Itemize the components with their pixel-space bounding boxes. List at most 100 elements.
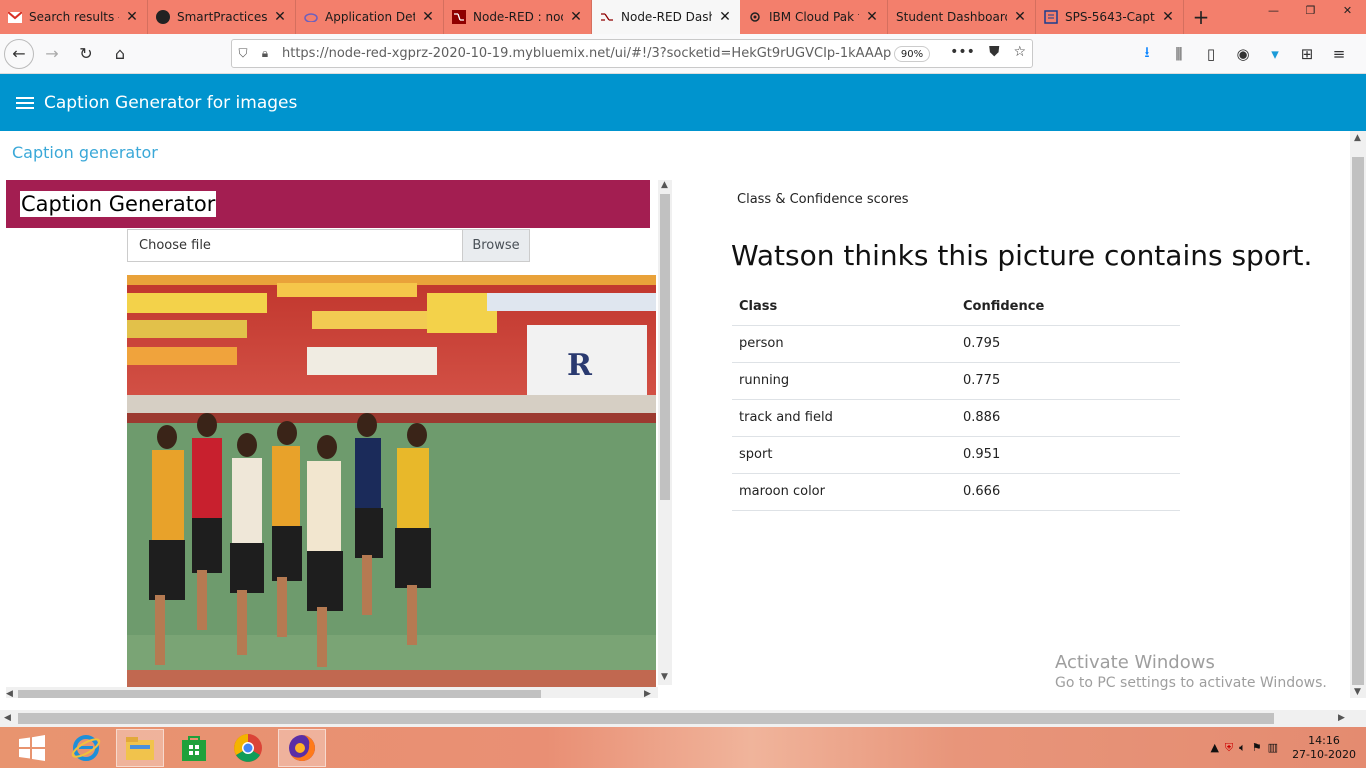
browser-tab[interactable]: Application Deta ✕ bbox=[296, 0, 444, 34]
app-title: Caption Generator for images bbox=[44, 92, 298, 113]
results-headline: Watson thinks this picture contains spor… bbox=[731, 239, 1313, 272]
confidence-cell: 0.775 bbox=[956, 362, 1180, 400]
page-link[interactable]: Caption generator bbox=[12, 143, 158, 162]
browser-tab[interactable]: IBM Cloud Pak f ✕ bbox=[740, 0, 888, 34]
browser-toolbar: ← → ↻ ⌂ ⛉ 🔒︎ https://node-red-xgprz-2020… bbox=[0, 34, 1366, 74]
browse-button[interactable]: Browse bbox=[462, 230, 529, 261]
scroll-up-icon[interactable]: ▲ bbox=[661, 180, 668, 190]
lock-icon[interactable]: 🔒︎ bbox=[254, 46, 276, 61]
scroll-left-icon[interactable]: ◀ bbox=[6, 689, 13, 698]
more-actions-icon[interactable]: ••• bbox=[950, 44, 975, 60]
browser-tab[interactable]: SPS-5643-Captio ✕ bbox=[1036, 0, 1184, 34]
scrollbar-thumb[interactable] bbox=[660, 194, 670, 500]
page-vertical-scrollbar[interactable]: ▲ ▼ bbox=[1350, 131, 1366, 698]
minimize-icon[interactable]: — bbox=[1255, 0, 1292, 20]
restore-icon[interactable]: ❐ bbox=[1292, 0, 1329, 20]
extension-icon[interactable]: ▾ bbox=[1262, 45, 1288, 63]
file-explorer-icon[interactable] bbox=[116, 728, 164, 767]
close-tab-icon[interactable]: ✕ bbox=[865, 9, 879, 25]
close-tab-icon[interactable]: ✕ bbox=[569, 9, 583, 25]
library-icon[interactable]: ⫼ bbox=[1166, 45, 1192, 63]
cloud-icon bbox=[304, 10, 318, 24]
scroll-right-icon[interactable]: ▶ bbox=[644, 689, 651, 698]
close-window-icon[interactable]: ✕ bbox=[1329, 0, 1366, 20]
page-horizontal-scrollbar[interactable]: ◀ ▶ bbox=[0, 710, 1366, 727]
close-tab-icon[interactable]: ✕ bbox=[421, 9, 435, 25]
class-cell: running bbox=[732, 362, 956, 400]
back-button[interactable]: ← bbox=[4, 38, 34, 69]
home-button[interactable]: ⌂ bbox=[104, 38, 136, 70]
nodered-icon bbox=[452, 10, 466, 24]
class-cell: sport bbox=[732, 436, 956, 474]
system-tray: ▲ ⛨ 🔈︎ ⚑ ▥ 14:16 27-10-2020 bbox=[1210, 727, 1356, 768]
clock[interactable]: 14:16 27-10-2020 bbox=[1292, 734, 1356, 762]
table-row: person 0.795 bbox=[732, 325, 1180, 363]
store-icon[interactable] bbox=[170, 729, 218, 767]
address-bar[interactable]: ⛉ 🔒︎ https://node-red-xgprz-2020-10-19.m… bbox=[231, 39, 1033, 68]
security-alert-icon[interactable]: ⛨ bbox=[1225, 741, 1233, 755]
browser-tab-active[interactable]: Node-RED Dashb ✕ bbox=[592, 0, 740, 34]
file-input-placeholder[interactable]: Choose file bbox=[128, 230, 462, 261]
menu-icon[interactable]: ≡ bbox=[1326, 45, 1352, 63]
file-input[interactable]: Choose file Browse bbox=[127, 229, 530, 262]
group-vertical-scrollbar[interactable]: ▲ ▼ bbox=[658, 180, 672, 685]
column-header: Class bbox=[732, 288, 956, 326]
volume-icon[interactable]: 🔈︎ bbox=[1239, 741, 1246, 755]
forward-button[interactable]: → bbox=[36, 38, 68, 70]
start-button[interactable] bbox=[8, 729, 56, 767]
scrollbar-thumb[interactable] bbox=[18, 690, 541, 698]
page-content: Caption generator Caption Generator Choo… bbox=[0, 131, 1350, 698]
chrome-icon[interactable] bbox=[224, 729, 272, 767]
zoom-indicator[interactable]: 90% bbox=[894, 46, 930, 62]
account-icon[interactable]: ◉ bbox=[1230, 45, 1256, 63]
apps-icon[interactable]: ⊞ bbox=[1294, 45, 1320, 63]
bookmark-star-icon[interactable]: ☆ bbox=[1013, 44, 1026, 60]
browser-tab[interactable]: Node-RED : node ✕ bbox=[444, 0, 592, 34]
network-icon[interactable]: ▥ bbox=[1268, 741, 1278, 754]
browser-tab[interactable]: Student Dashboard ✕ bbox=[888, 0, 1036, 34]
new-tab-button[interactable]: + bbox=[1184, 0, 1218, 34]
group-horizontal-scrollbar[interactable]: ◀ ▶ bbox=[6, 687, 658, 698]
class-cell: track and field bbox=[732, 399, 956, 437]
scroll-right-icon[interactable]: ▶ bbox=[1338, 713, 1345, 723]
table-row: track and field 0.886 bbox=[732, 399, 1180, 437]
scrollbar-thumb[interactable] bbox=[18, 713, 1274, 724]
download-icon[interactable]: ⭳ bbox=[1134, 42, 1160, 67]
watermark-text: Go to PC settings to activate Windows. bbox=[1055, 675, 1327, 691]
results-table: Class Confidence person 0.795 running 0.77… bbox=[732, 288, 1180, 511]
scroll-down-icon[interactable]: ▼ bbox=[1354, 687, 1361, 697]
reload-button[interactable]: ↻ bbox=[70, 38, 102, 70]
scrollbar-thumb[interactable] bbox=[1352, 157, 1364, 685]
browser-tab[interactable]: SmartPracticesch ✕ bbox=[148, 0, 296, 34]
windows-taskbar: ▲ ⛨ 🔈︎ ⚑ ▥ 14:16 27-10-2020 bbox=[0, 727, 1366, 768]
ibm-icon bbox=[748, 10, 762, 24]
close-tab-icon[interactable]: ✕ bbox=[273, 9, 287, 25]
caption-generator-group: Caption Generator Choose file Browse R ▲… bbox=[6, 180, 672, 698]
close-tab-icon[interactable]: ✕ bbox=[718, 9, 732, 25]
confidence-cell: 0.951 bbox=[956, 436, 1180, 474]
url-text[interactable]: https://node-red-xgprz-2020-10-19.myblue… bbox=[282, 46, 891, 61]
scroll-up-icon[interactable]: ▲ bbox=[1354, 133, 1361, 143]
close-tab-icon[interactable]: ✕ bbox=[125, 9, 139, 25]
scroll-left-icon[interactable]: ◀ bbox=[4, 713, 11, 723]
action-center-icon[interactable]: ⚑ bbox=[1252, 741, 1262, 754]
table-header-row: Class Confidence bbox=[732, 288, 1180, 326]
close-tab-icon[interactable]: ✕ bbox=[1013, 9, 1027, 25]
pocket-icon[interactable]: ⛊ bbox=[989, 44, 1000, 60]
table-row: sport 0.951 bbox=[732, 436, 1180, 474]
close-tab-icon[interactable]: ✕ bbox=[1161, 9, 1175, 25]
sidebar-icon[interactable]: ▯ bbox=[1198, 45, 1224, 63]
internet-explorer-icon[interactable] bbox=[62, 729, 110, 767]
github-icon bbox=[156, 10, 170, 24]
show-hidden-icons-icon[interactable]: ▲ bbox=[1210, 741, 1218, 754]
watermark-title: Activate Windows bbox=[1055, 652, 1215, 673]
scroll-down-icon[interactable]: ▼ bbox=[661, 672, 668, 682]
class-cell: maroon color bbox=[732, 473, 956, 511]
hamburger-menu-icon[interactable] bbox=[16, 96, 34, 109]
shield-icon[interactable]: ⛉ bbox=[232, 46, 254, 61]
windows-logo-icon bbox=[19, 734, 45, 761]
clock-date: 27-10-2020 bbox=[1292, 747, 1356, 761]
browser-tab[interactable]: Search results - r ✕ bbox=[0, 0, 148, 34]
svg-text:R: R bbox=[567, 348, 593, 383]
firefox-icon[interactable] bbox=[278, 728, 326, 767]
